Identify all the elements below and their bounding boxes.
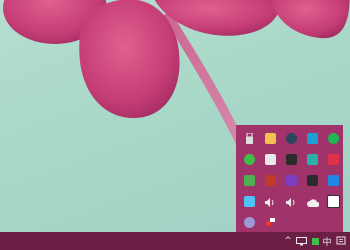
tray-item[interactable]	[281, 170, 302, 191]
input-method-indicator[interactable]: 中	[321, 232, 333, 250]
action-center-button[interactable]	[334, 232, 348, 250]
tray-item[interactable]	[323, 170, 344, 191]
warning-app-icon	[327, 195, 340, 208]
skype-icon	[244, 217, 255, 228]
tray-item[interactable]	[260, 149, 281, 170]
phone-app-icon	[307, 133, 318, 144]
tray-item[interactable]	[302, 128, 323, 149]
tray-item[interactable]	[302, 170, 323, 191]
tray-item[interactable]	[239, 149, 260, 170]
steam-icon	[286, 133, 297, 144]
chevron-up-icon: ^	[284, 236, 292, 246]
tray-overflow-flyout	[236, 125, 343, 232]
usb-icon	[245, 129, 254, 148]
document-app-icon	[265, 154, 276, 165]
ime-label: 中	[322, 237, 332, 248]
file-app-icon	[244, 196, 255, 207]
tray-item[interactable]	[302, 191, 323, 212]
game-app-icon	[286, 154, 297, 165]
tray-item[interactable]	[323, 128, 344, 149]
tray-item[interactable]	[281, 191, 302, 212]
cloud-icon	[306, 192, 319, 211]
tray-item[interactable]	[260, 212, 281, 233]
blue-arrow-icon	[328, 175, 339, 186]
tray-item[interactable]	[239, 212, 260, 233]
tray-item[interactable]	[281, 128, 302, 149]
red-app-icon	[328, 154, 339, 165]
tools-app-icon	[265, 213, 276, 232]
network-icon[interactable]	[295, 232, 308, 250]
tray-item[interactable]	[323, 191, 344, 212]
green-square-icon	[244, 175, 255, 186]
tray-item[interactable]	[239, 170, 260, 191]
action-center-icon	[336, 236, 346, 245]
tray-item[interactable]	[260, 128, 281, 149]
tray-item[interactable]	[323, 149, 344, 170]
green-app-icon[interactable]	[309, 232, 321, 250]
nvidia-icon	[307, 175, 318, 186]
tray-item[interactable]	[281, 149, 302, 170]
wechat-icon	[244, 154, 255, 165]
desktop: ^ 中	[0, 0, 350, 250]
show-hidden-icons-button[interactable]: ^	[283, 232, 293, 250]
shield-security-icon	[265, 133, 276, 144]
taskbar: ^ 中	[0, 232, 350, 250]
spotify-icon	[328, 133, 339, 144]
office-app-icon	[286, 175, 297, 186]
tray-item[interactable]	[302, 149, 323, 170]
tray-item[interactable]	[239, 128, 260, 149]
mail-app-icon	[265, 175, 276, 186]
tray-item[interactable]	[239, 191, 260, 212]
tray-item[interactable]	[260, 170, 281, 191]
volume-icon	[265, 192, 276, 211]
volume-icon-2	[286, 192, 297, 211]
teal-app-icon	[307, 154, 318, 165]
tray-item[interactable]	[260, 191, 281, 212]
